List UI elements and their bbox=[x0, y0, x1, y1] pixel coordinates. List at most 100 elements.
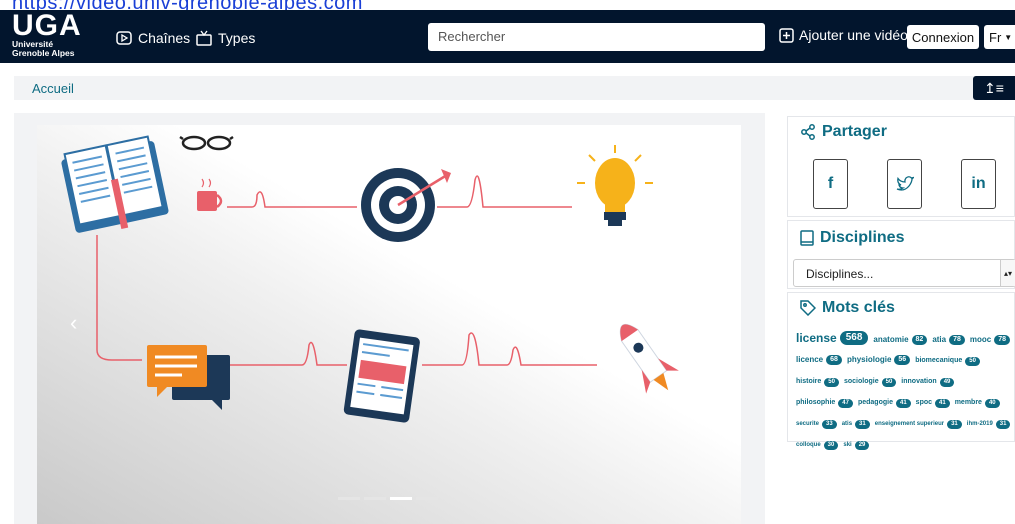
keyword-tag-count: 33 bbox=[822, 419, 837, 429]
tablet-icon bbox=[343, 329, 420, 423]
keyword-tag[interactable]: spoc 41 bbox=[916, 394, 950, 412]
keyword-tag[interactable]: biomecanique 50 bbox=[915, 352, 980, 370]
keyword-tag-count: 41 bbox=[895, 398, 911, 408]
keyword-tag-label: pedagogie bbox=[857, 399, 893, 406]
carousel-dot[interactable] bbox=[364, 497, 386, 500]
share-icon bbox=[801, 124, 815, 140]
keyword-tag[interactable]: histoire 50 bbox=[796, 373, 839, 391]
linkedin-icon: in bbox=[971, 175, 986, 192]
disciplines-title-text: Disciplines bbox=[820, 229, 905, 246]
keyword-tag[interactable]: ihm-2019 31 bbox=[967, 415, 1011, 433]
keyword-tag-label: ski bbox=[843, 442, 852, 448]
keyword-tag-count: 56 bbox=[894, 355, 911, 365]
share-twitter-button[interactable] bbox=[887, 159, 922, 209]
keyword-tag[interactable]: sociologie 50 bbox=[843, 373, 897, 391]
nav-types[interactable]: Types bbox=[196, 30, 255, 46]
caret-down-icon: ▼ bbox=[1004, 32, 1013, 42]
keyword-tag[interactable]: innovation 49 bbox=[901, 373, 955, 391]
disciplines-select-value: Disciplines... bbox=[806, 267, 874, 281]
keyword-tag-count: 50 bbox=[965, 356, 980, 366]
keyword-tag-label: securite bbox=[796, 421, 820, 427]
carousel bbox=[14, 113, 765, 524]
keyword-tag-label: license bbox=[796, 331, 837, 345]
keyword-tag[interactable]: license 568 bbox=[796, 329, 869, 347]
keyword-tag-label: physiologie bbox=[846, 355, 892, 364]
keyword-tag-label: membre bbox=[954, 399, 982, 406]
slide-illustration bbox=[37, 125, 741, 524]
select-caret-icon: ▴▾ bbox=[1000, 260, 1015, 286]
tag-icon bbox=[800, 300, 816, 316]
carousel-dot[interactable] bbox=[416, 497, 438, 500]
add-video-button[interactable]: Ajouter une vidéo bbox=[779, 27, 908, 43]
breadcrumb-home-link[interactable]: Accueil bbox=[32, 81, 74, 96]
keyword-tag[interactable]: mooc 78 bbox=[970, 331, 1011, 349]
language-selector[interactable]: Fr ▼ bbox=[984, 25, 1015, 49]
facebook-icon: f bbox=[827, 175, 834, 192]
keyword-tag-label: sociologie bbox=[843, 378, 879, 385]
nav-channels[interactable]: Chaînes bbox=[116, 30, 190, 46]
keyword-tag-label: enseignement superieur bbox=[874, 421, 945, 427]
search-input[interactable]: Rechercher bbox=[428, 23, 765, 51]
keyword-tag[interactable]: securite 33 bbox=[796, 415, 837, 433]
keyword-tag-count: 29 bbox=[854, 440, 870, 450]
uga-logo[interactable]: UGA Université Grenoble Alpes bbox=[12, 11, 82, 58]
keyword-tag-count: 68 bbox=[826, 355, 842, 365]
share-linkedin-button[interactable]: in bbox=[961, 159, 996, 209]
keyword-tag-count: 31 bbox=[947, 419, 962, 429]
top-navbar: UGA Université Grenoble Alpes Chaînes Ty… bbox=[0, 10, 1015, 63]
tv-icon bbox=[196, 30, 212, 46]
share-facebook-button[interactable]: f bbox=[813, 159, 848, 209]
keyword-tag[interactable]: pedagogie 41 bbox=[858, 394, 911, 412]
carousel-prev-arrow[interactable]: ‹ bbox=[70, 310, 77, 336]
keyword-tag-count: 82 bbox=[911, 335, 928, 345]
keyword-tag-label: histoire bbox=[796, 378, 822, 385]
keyword-tag-count: 50 bbox=[881, 377, 897, 387]
keyword-tag-count: 40 bbox=[984, 398, 1000, 408]
keyword-tag[interactable]: colloque 30 bbox=[796, 436, 839, 454]
keyword-tag-count: 30 bbox=[823, 440, 839, 450]
carousel-indicators bbox=[338, 497, 438, 500]
keyword-tag[interactable]: enseignement superieur 31 bbox=[875, 415, 962, 433]
channels-label: Chaînes bbox=[138, 30, 191, 46]
disciplines-select[interactable]: Disciplines... ▴▾ bbox=[793, 259, 1015, 287]
carousel-dot[interactable] bbox=[390, 497, 412, 500]
twitter-icon bbox=[896, 176, 914, 191]
keyword-tag[interactable]: membre 40 bbox=[955, 394, 1000, 412]
keyword-tag-count: 78 bbox=[949, 335, 965, 345]
logo-line2: Grenoble Alpes bbox=[12, 48, 75, 58]
keyword-tag[interactable]: atis 31 bbox=[842, 415, 870, 433]
plus-square-icon bbox=[779, 27, 794, 43]
carousel-dot[interactable] bbox=[338, 497, 360, 500]
keyword-tag-label: spoc bbox=[915, 399, 933, 406]
keywords-title-text: Mots clés bbox=[822, 299, 895, 316]
keyword-tag-count: 50 bbox=[824, 377, 839, 387]
language-label: Fr bbox=[989, 29, 1002, 45]
breadcrumb: Accueil bbox=[14, 76, 1015, 100]
keyword-tag[interactable]: philosophie 47 bbox=[796, 394, 853, 412]
share-title: Partager bbox=[800, 123, 887, 141]
login-button[interactable]: Connexion bbox=[907, 25, 979, 49]
keyword-tag-count: 41 bbox=[935, 398, 950, 408]
keyword-tag[interactable]: physiologie 56 bbox=[846, 351, 911, 369]
keyword-tag-label: biomecanique bbox=[915, 357, 963, 364]
keyword-tag-label: philosophie bbox=[796, 399, 836, 406]
keyword-tag-count: 49 bbox=[939, 377, 955, 387]
sort-toggle-button[interactable]: ↥≡ bbox=[973, 76, 1015, 100]
keyword-tag-count: 78 bbox=[994, 335, 1011, 345]
add-video-label: Ajouter une vidéo bbox=[799, 27, 908, 43]
play-icon bbox=[116, 31, 132, 45]
keyword-tag-label: anatomie bbox=[873, 335, 909, 344]
keyword-tag[interactable]: licence 68 bbox=[796, 351, 842, 369]
keyword-tag[interactable]: ski 29 bbox=[843, 436, 870, 454]
keywords-panel: Mots clés license 568 anatomie 82 atia 78 mooc… bbox=[787, 292, 1015, 450]
keyword-tag-count: 31 bbox=[855, 419, 870, 429]
keyword-tag-count: 568 bbox=[839, 331, 869, 345]
keyword-tag-label: colloque bbox=[796, 442, 821, 448]
keyword-tag[interactable]: anatomie 82 bbox=[873, 331, 928, 349]
keyword-tag-label: innovation bbox=[901, 378, 937, 385]
keyword-tag-label: licence bbox=[796, 355, 824, 364]
disciplines-title: Disciplines bbox=[800, 229, 904, 247]
keyword-tag[interactable]: atia 78 bbox=[932, 331, 965, 349]
share-panel: Partager f in bbox=[787, 116, 1015, 217]
keyword-tag-label: ihm-2019 bbox=[966, 421, 993, 427]
